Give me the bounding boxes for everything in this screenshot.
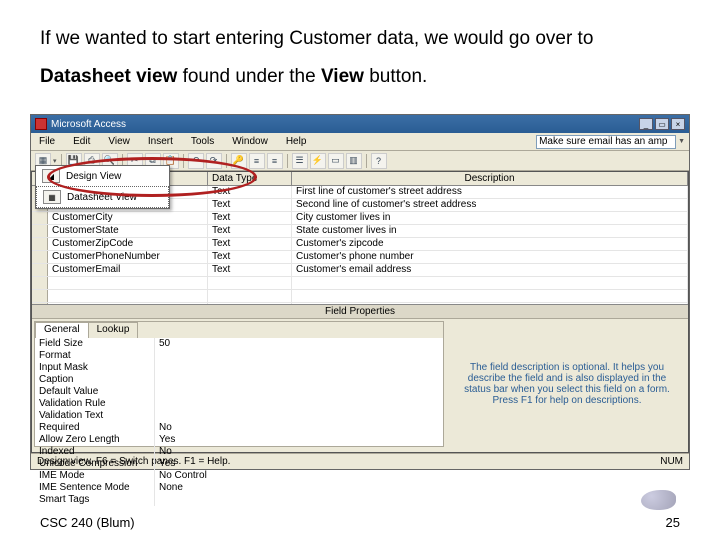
menu-view[interactable]: View <box>104 135 134 148</box>
header-description[interactable]: Description <box>292 172 688 185</box>
property-row[interactable]: Field Size50 <box>35 338 443 350</box>
table-row[interactable]: CustomerZipCodeTextCustomer's zipcode <box>32 238 688 251</box>
status-num: NUM <box>660 456 683 467</box>
build-button[interactable]: ⚡ <box>310 153 326 169</box>
field-properties-header: Field Properties <box>32 305 688 319</box>
table-row[interactable]: CustomerCityTextCity customer lives in <box>32 212 688 225</box>
table-row[interactable]: CustomerStateTextState customer lives in <box>32 225 688 238</box>
maximize-button[interactable]: ▭ <box>655 118 669 130</box>
design-view-icon: ◢ <box>42 169 60 183</box>
field-properties-pane: Field Properties General Lookup Field Si… <box>32 304 688 452</box>
key-button[interactable]: 🔑 <box>231 153 247 169</box>
menu-window[interactable]: Window <box>228 135 272 148</box>
footer-page-number: 25 <box>666 515 680 530</box>
tab-general[interactable]: General <box>35 322 89 338</box>
close-button[interactable]: × <box>671 118 685 130</box>
new-object-button[interactable]: ▥ <box>346 153 362 169</box>
menu-insert[interactable]: Insert <box>144 135 177 148</box>
design-view-item[interactable]: ◢ Design View <box>36 166 169 186</box>
property-row[interactable]: Default Value <box>35 386 443 398</box>
app-title: Microsoft Access <box>51 119 126 130</box>
property-row[interactable]: Caption <box>35 374 443 386</box>
database-window-button[interactable]: ▭ <box>328 153 344 169</box>
property-row[interactable]: Validation Rule <box>35 398 443 410</box>
slide-caption: If we wanted to start entering Customer … <box>40 20 680 96</box>
property-row[interactable]: Unicode CompressionYes <box>35 458 443 470</box>
property-row[interactable]: IME Sentence ModeNone <box>35 482 443 494</box>
property-row[interactable]: IndexedNo <box>35 446 443 458</box>
property-row[interactable]: Format <box>35 350 443 362</box>
property-row[interactable]: Smart Tags <box>35 494 443 506</box>
properties-button[interactable]: ☰ <box>292 153 308 169</box>
undo-button[interactable]: ↶ <box>188 153 204 169</box>
menu-file[interactable]: File <box>35 135 59 148</box>
delete-rows-button[interactable]: ≡ <box>267 153 283 169</box>
menu-help[interactable]: Help <box>282 135 311 148</box>
workspace: Field Name Data Type Description Custome… <box>31 171 689 453</box>
app-icon <box>35 118 47 130</box>
menu-edit[interactable]: Edit <box>69 135 94 148</box>
minimize-button[interactable]: _ <box>639 118 653 130</box>
caption-text: If we wanted to start entering Customer … <box>40 28 593 49</box>
property-row[interactable]: RequiredNo <box>35 422 443 434</box>
titlebar[interactable]: Microsoft Access _ ▭ × <box>31 115 689 133</box>
datasheet-view-label: Datasheet View <box>67 192 137 203</box>
help-button[interactable]: ? <box>371 153 387 169</box>
caption-text-2: found under the <box>177 66 321 87</box>
caption-text-3: button. <box>364 66 427 87</box>
footer-left: CSC 240 (Blum) <box>40 515 135 530</box>
view-dropdown-icon[interactable]: ▾ <box>53 157 57 165</box>
slide-logo <box>641 490 676 510</box>
property-row[interactable]: IME ModeNo Control <box>35 470 443 482</box>
help-search-input[interactable] <box>536 135 676 149</box>
property-row[interactable]: Input Mask <box>35 362 443 374</box>
caption-bold-2: View <box>321 66 364 87</box>
header-data-type[interactable]: Data Type <box>208 172 292 185</box>
menubar: File Edit View Insert Tools Window Help … <box>31 133 689 151</box>
design-view-label: Design View <box>66 171 121 182</box>
tab-lookup[interactable]: Lookup <box>88 322 139 338</box>
menu-tools[interactable]: Tools <box>187 135 218 148</box>
table-design-window: Field Name Data Type Description Custome… <box>31 171 689 453</box>
view-dropdown-menu: ◢ Design View ▦ Datasheet View <box>35 165 170 209</box>
datasheet-view-item[interactable]: ▦ Datasheet View <box>36 186 169 208</box>
redo-button[interactable]: ↷ <box>206 153 222 169</box>
caption-bold-1: Datasheet view <box>40 66 177 87</box>
insert-rows-button[interactable]: ≡ <box>249 153 265 169</box>
help-dropdown-icon[interactable]: ▼ <box>678 138 685 145</box>
properties-left: General Lookup Field Size50FormatInput M… <box>34 321 444 447</box>
access-window: Microsoft Access _ ▭ × File Edit View In… <box>30 114 690 470</box>
datasheet-view-icon: ▦ <box>43 190 61 204</box>
properties-help-text: The field description is optional. It he… <box>448 321 686 447</box>
table-row[interactable]: CustomerEmailTextCustomer's email addres… <box>32 264 688 277</box>
table-row[interactable]: CustomerPhoneNumberTextCustomer's phone … <box>32 251 688 264</box>
property-row[interactable]: Validation Text <box>35 410 443 422</box>
property-row[interactable]: Allow Zero LengthYes <box>35 434 443 446</box>
